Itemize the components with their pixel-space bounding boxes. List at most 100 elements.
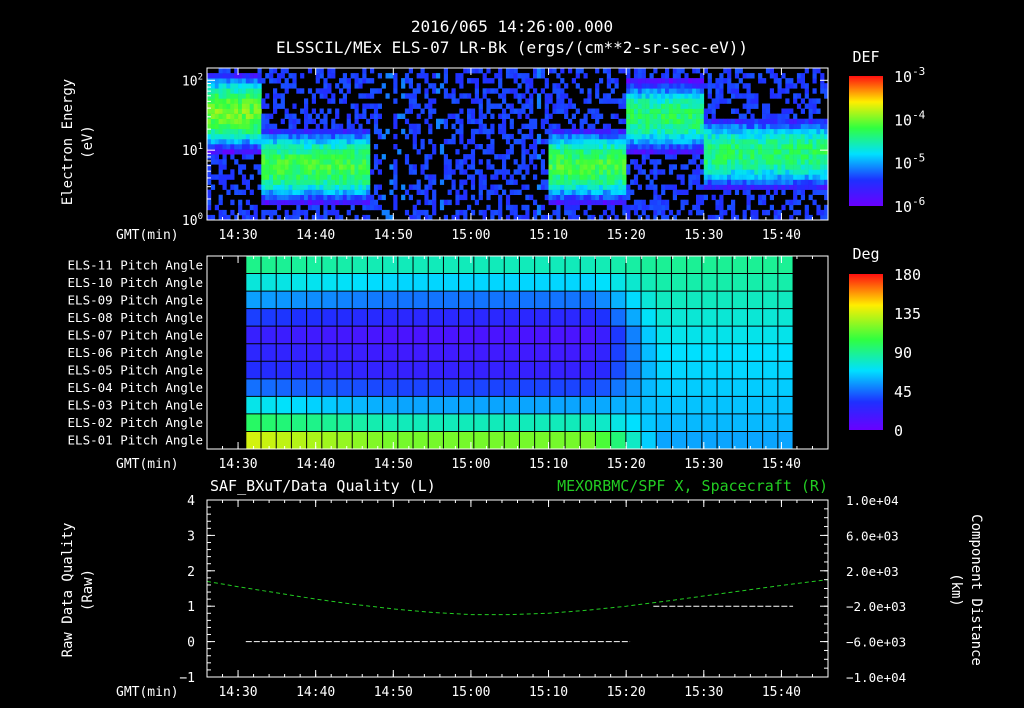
spectrogram-cell <box>319 88 324 94</box>
pitch-angle-xtick-label: 15:30 <box>684 457 723 472</box>
spectrogram-cell <box>214 123 219 130</box>
pitch-angle-cell <box>397 343 414 362</box>
spectrogram-cell <box>649 83 654 89</box>
pitch-angle-cell <box>701 308 718 327</box>
spectrogram-cell <box>816 164 821 170</box>
spectrogram-cell <box>560 169 565 175</box>
spectrogram-cell <box>820 214 825 221</box>
spectrogram-cell <box>416 184 421 190</box>
spectrogram-cell <box>568 133 573 140</box>
spectrogram-cell <box>533 118 538 125</box>
spectrogram-cell <box>327 159 332 165</box>
spectrogram-cell <box>571 214 576 221</box>
spectrogram-cell <box>742 113 747 119</box>
spectrogram-cell <box>327 179 332 185</box>
spectrogram-cell <box>517 128 522 135</box>
pitch-angle-cell <box>732 273 748 292</box>
pitch-angle-cell <box>686 343 703 362</box>
spectrogram-cell <box>793 199 798 206</box>
spectrogram-cell <box>793 138 798 145</box>
spectrogram-cell <box>610 199 615 206</box>
spectrogram-cell <box>641 78 646 84</box>
spectrogram-cell <box>556 98 561 104</box>
spectrogram-cell <box>552 68 557 74</box>
spectrogram-cell <box>595 164 600 170</box>
spectrogram-cell <box>796 103 802 109</box>
spectrogram-cell <box>525 133 530 140</box>
spectrogram-cell <box>661 149 666 155</box>
pitch-angle-cell <box>291 361 307 380</box>
spectrogram-cell <box>676 209 681 216</box>
spectrogram-cell <box>269 68 274 74</box>
spectrogram-cell <box>723 118 728 125</box>
spectrogram-cell <box>307 118 313 125</box>
spectrogram-cell <box>358 93 363 99</box>
spectrogram-cell <box>599 184 604 190</box>
spectrogram-cell <box>610 159 615 165</box>
spectrogram-cell <box>610 164 615 170</box>
spectrogram-cell <box>800 184 805 190</box>
spectrogram-cell <box>486 78 491 84</box>
spectrogram-cell <box>253 204 258 211</box>
spectrogram-cell <box>583 184 588 190</box>
spectrogram-cell <box>393 184 398 190</box>
spectrogram-cell <box>245 83 250 89</box>
spectrogram-cell <box>793 169 798 175</box>
spectrogram-cell <box>467 108 472 114</box>
spectrogram-cell <box>323 164 328 170</box>
spectrogram-cell <box>750 209 755 216</box>
spectrogram-cell <box>765 68 771 74</box>
spectrogram-cell <box>800 73 805 79</box>
spectrogram-cell <box>335 83 340 89</box>
spectrogram-cell <box>354 118 359 125</box>
spectrogram-cell <box>300 194 305 201</box>
spectrogram-cell <box>505 169 511 175</box>
spectrogram-cell <box>630 128 635 135</box>
spectrogram-cell <box>820 73 825 79</box>
spectrogram-cell <box>257 98 262 104</box>
pitch-angle-cell <box>701 378 718 397</box>
spectrogram-cell <box>428 138 433 145</box>
pitch-angle-cell <box>291 378 307 397</box>
def-colorbar-ticks: 10-310-410-510-6 <box>894 65 926 216</box>
spectrogram-cell <box>505 194 511 201</box>
spectrogram-cell <box>331 133 336 140</box>
spectrogram-cell <box>769 128 774 135</box>
spectrogram-cell <box>785 123 790 130</box>
spectrogram-cell <box>424 103 429 109</box>
spectrogram-cell <box>758 179 763 185</box>
spectrogram-cell <box>424 164 429 170</box>
spectrogram-cell <box>292 209 297 216</box>
spectrogram-cell <box>579 199 584 206</box>
spectrogram-cell <box>645 133 650 140</box>
spectrogram-cell <box>548 184 553 190</box>
spectrogram-cell <box>719 199 724 206</box>
spectrogram-cell <box>575 144 580 150</box>
spectrogram-cell <box>331 73 336 79</box>
pitch-angle-cell <box>747 291 764 309</box>
spectrogram-cell <box>207 133 212 140</box>
pitch-angle-cell <box>352 361 368 380</box>
spectrogram-cell <box>304 154 309 160</box>
spectrogram-cell <box>323 78 328 84</box>
spectrogram-cell <box>781 73 786 79</box>
spectrogram-cell <box>257 169 262 175</box>
spectrogram-ylabel-line1: Electron Energy <box>60 79 76 205</box>
spectrogram-cell <box>478 169 483 175</box>
spectrogram-cell <box>571 174 576 180</box>
pitch-angle-cell <box>473 273 490 292</box>
pitch-angle-cell <box>261 378 277 397</box>
spectrogram-cell <box>319 154 324 160</box>
spectrogram-cell <box>319 108 324 114</box>
spectrogram-cell <box>789 123 794 130</box>
spectrogram-cell <box>719 93 724 99</box>
spectrogram-cell <box>408 68 413 74</box>
spectrogram-cell <box>630 78 635 84</box>
spectrogram-cell <box>311 164 316 170</box>
spectrogram-cell <box>820 128 825 135</box>
spectrogram-cell <box>280 128 285 135</box>
spectrogram-cell <box>323 138 328 145</box>
spectrogram-cell <box>796 123 802 130</box>
spectrogram-cell <box>699 118 705 125</box>
spectrogram-cell <box>742 138 747 145</box>
